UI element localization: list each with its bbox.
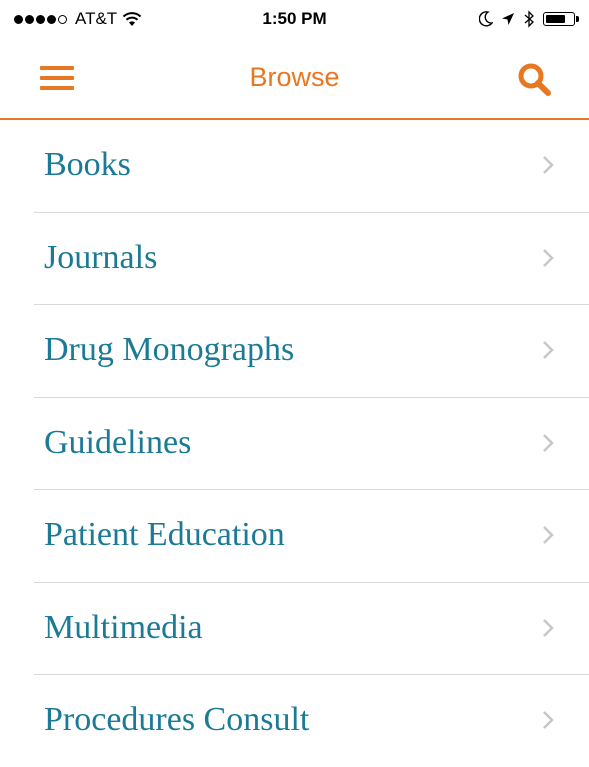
list-item-label: Drug Monographs bbox=[44, 331, 295, 368]
navigation-bar: Browse bbox=[0, 40, 589, 120]
search-icon[interactable] bbox=[515, 60, 555, 100]
location-arrow-icon bbox=[502, 13, 514, 25]
chevron-right-icon bbox=[543, 341, 554, 359]
chevron-right-icon bbox=[543, 156, 554, 174]
battery-icon bbox=[543, 12, 579, 26]
list-item-multimedia[interactable]: Multimedia bbox=[0, 583, 589, 675]
list-item-label: Procedures Consult bbox=[44, 701, 310, 738]
list-item-label: Books bbox=[44, 146, 131, 183]
list-item-drug-monographs[interactable]: Drug Monographs bbox=[0, 305, 589, 398]
status-right bbox=[471, 10, 579, 28]
list-item-label: Journals bbox=[44, 238, 158, 276]
list-item-guidelines[interactable]: Guidelines bbox=[0, 398, 589, 490]
status-bar: AT&T 1:50 PM bbox=[0, 0, 589, 40]
bluetooth-icon bbox=[524, 10, 534, 28]
list-item-label: Multimedia bbox=[44, 608, 203, 646]
moon-icon bbox=[479, 11, 493, 27]
list-item-procedures-consult[interactable]: Procedures Consult bbox=[0, 675, 589, 767]
list-item-patient-education[interactable]: Patient Education bbox=[0, 490, 589, 583]
page-title: Browse bbox=[249, 62, 340, 92]
chevron-right-icon bbox=[543, 248, 554, 267]
browse-list: Books Journals Drug Monographs Guideline… bbox=[0, 120, 589, 767]
app-screen: AT&T 1:50 PM Browse Books Journals Drug … bbox=[0, 0, 589, 767]
chevron-right-icon bbox=[543, 433, 554, 452]
list-item-books[interactable]: Books bbox=[0, 120, 589, 213]
chevron-right-icon bbox=[543, 526, 554, 544]
list-item-label: Guidelines bbox=[44, 423, 192, 461]
chevron-right-icon bbox=[543, 618, 554, 637]
chevron-right-icon bbox=[543, 711, 554, 729]
list-item-label: Patient Education bbox=[44, 516, 285, 553]
list-item-journals[interactable]: Journals bbox=[0, 213, 589, 305]
